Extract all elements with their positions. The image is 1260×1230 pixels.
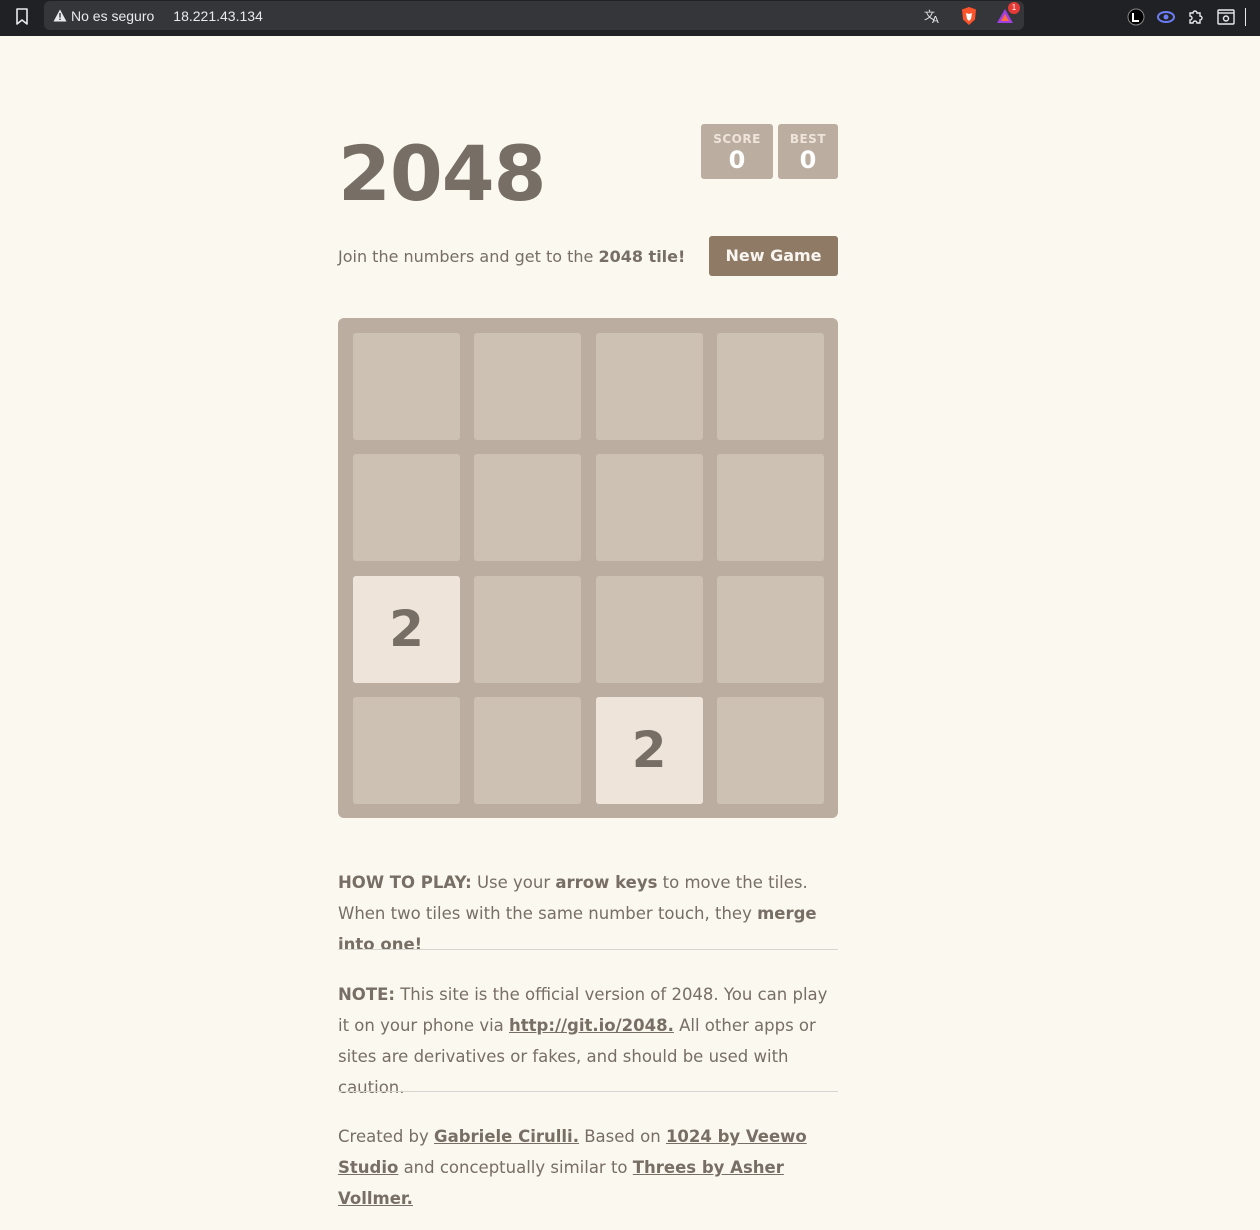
grid-cell: [474, 333, 582, 440]
credits-text-3: and conceptually similar to: [398, 1158, 633, 1177]
svg-text:A: A: [932, 15, 939, 24]
grid-cell: [716, 696, 824, 804]
author-link[interactable]: Gabriele Cirulli.: [434, 1127, 579, 1146]
grid-cell: [353, 333, 460, 440]
best-label: BEST: [789, 132, 826, 146]
grid-cell: [474, 575, 582, 683]
credits-text: Created by: [338, 1127, 435, 1146]
intro-text: Join the numbers and get to the: [338, 247, 599, 266]
divider: [338, 949, 838, 950]
address-bar[interactable]: No es seguro 18.221.43.134 文A 1: [44, 1, 1024, 30]
git-link[interactable]: http://git.io/2048.: [509, 1016, 674, 1035]
grid-cell: [595, 454, 703, 562]
brave-rewards-icon[interactable]: 1: [994, 2, 1020, 27]
scores-container: SCORE 0 BEST 0: [701, 124, 838, 179]
brave-shield-icon[interactable]: [958, 5, 980, 27]
best-value: 0: [799, 146, 817, 174]
best-box: BEST 0: [777, 124, 838, 179]
grid-cell: [353, 454, 460, 562]
extension-icon[interactable]: [1125, 6, 1147, 28]
browser-toolbar: No es seguro 18.221.43.134 文A 1: [0, 0, 1260, 36]
game-board[interactable]: 22: [338, 318, 838, 818]
note-label: NOTE:: [338, 985, 395, 1004]
toolbar-divider: [1245, 8, 1246, 26]
how-to-play-text: Use your: [471, 873, 556, 892]
intro-goal: 2048 tile!: [598, 247, 686, 266]
divider: [338, 1091, 838, 1092]
notification-badge: 1: [1008, 2, 1020, 14]
puzzle-icon[interactable]: [1185, 6, 1207, 28]
arrow-keys-text: arrow keys: [555, 873, 658, 892]
security-label[interactable]: No es seguro: [71, 8, 154, 24]
bookmark-icon[interactable]: [12, 6, 32, 28]
heading: 2048 SCORE 0 BEST 0: [338, 36, 838, 226]
above-game: Join the numbers and get to the 2048 til…: [338, 236, 838, 276]
url-text[interactable]: 18.221.43.134: [173, 8, 263, 24]
grid-cell: [595, 333, 703, 440]
how-to-play-label: HOW TO PLAY:: [338, 873, 472, 892]
grid-cell: [595, 575, 703, 683]
game-container: 2048 SCORE 0 BEST 0 Join the numbers and…: [338, 36, 838, 276]
new-game-button[interactable]: New Game: [709, 236, 838, 276]
warning-icon[interactable]: [53, 9, 67, 23]
game-intro: Join the numbers and get to the 2048 til…: [338, 246, 685, 268]
grid-cell: [474, 696, 582, 804]
dark-reader-icon[interactable]: [1155, 6, 1177, 28]
score-value: 0: [728, 146, 746, 174]
screenshot-icon[interactable]: [1215, 6, 1237, 28]
note: NOTE: This site is the official version …: [338, 979, 838, 1103]
score-label: SCORE: [713, 132, 761, 146]
how-to-play: HOW TO PLAY: Use your arrow keys to move…: [338, 867, 838, 960]
score-box: SCORE 0: [701, 124, 773, 179]
credits: Created by Gabriele Cirulli. Based on 10…: [338, 1121, 838, 1214]
grid-cell: [716, 454, 824, 562]
grid-cell: [474, 454, 582, 562]
grid-cell: [353, 696, 460, 804]
grid-cell: [716, 333, 824, 440]
game-title: 2048: [338, 129, 547, 218]
grid-cell: [716, 575, 824, 683]
credits-text-2: Based on: [578, 1127, 666, 1146]
tile: 2: [353, 575, 460, 683]
tile: 2: [595, 696, 703, 804]
translate-icon[interactable]: 文A: [922, 5, 944, 27]
